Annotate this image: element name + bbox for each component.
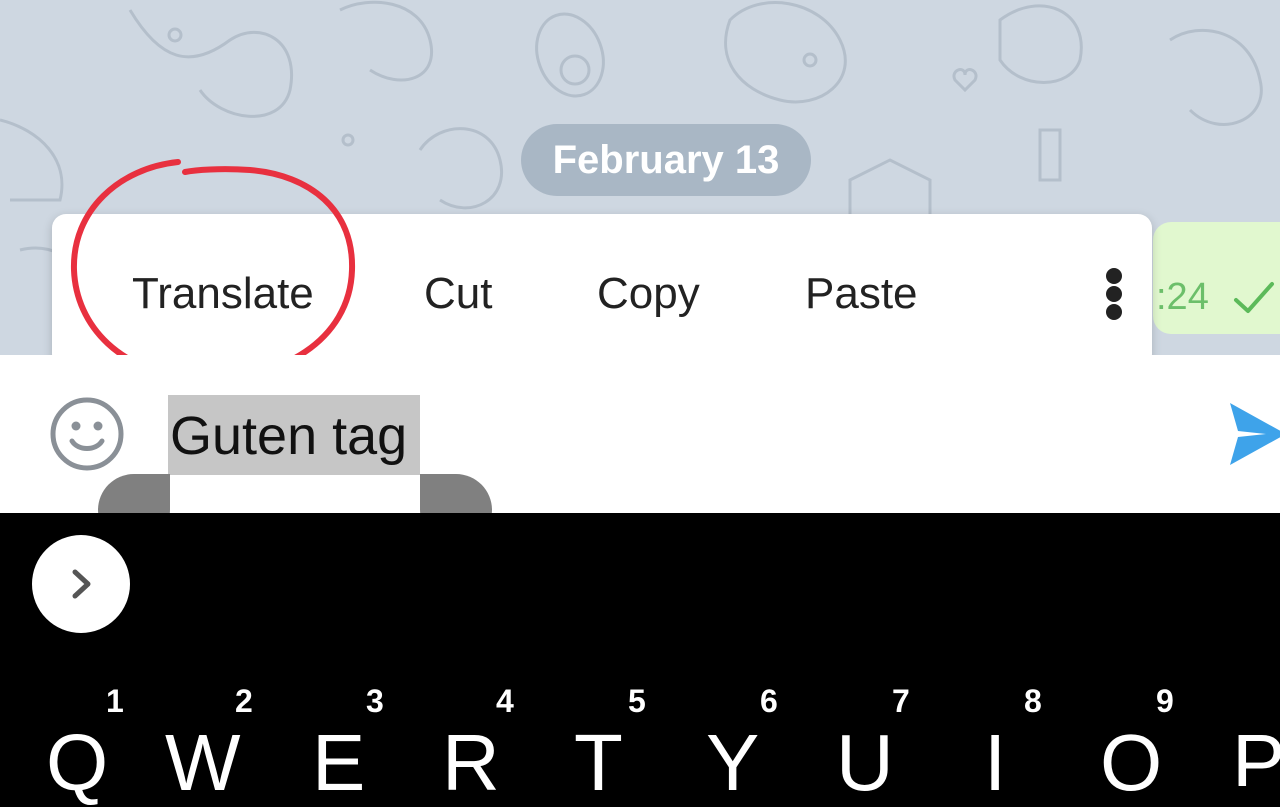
key-q[interactable]: 1 Q bbox=[40, 683, 172, 803]
key-letter: R bbox=[442, 718, 500, 807]
key-p[interactable]: P bbox=[1230, 683, 1280, 787]
key-hint: 1 bbox=[106, 683, 124, 719]
key-t[interactable]: 5 T bbox=[572, 683, 704, 803]
key-w[interactable]: 2 W bbox=[165, 683, 297, 803]
key-r[interactable]: 4 R bbox=[440, 683, 572, 803]
key-letter: T bbox=[574, 718, 623, 807]
key-u[interactable]: 7 U bbox=[836, 683, 968, 803]
smiley-icon[interactable] bbox=[48, 395, 126, 473]
key-hint: 3 bbox=[366, 683, 384, 719]
menu-item-cut[interactable]: Cut bbox=[424, 264, 492, 324]
key-o[interactable]: 9 O bbox=[1100, 683, 1232, 803]
date-separator: February 13 bbox=[521, 124, 811, 196]
key-letter: Y bbox=[706, 718, 760, 807]
menu-item-paste[interactable]: Paste bbox=[805, 264, 918, 324]
on-screen-keyboard: 1 Q 2 W 3 E 4 R 5 T 6 Y 7 U 8 I 9 O P bbox=[0, 513, 1280, 803]
more-vertical-icon[interactable] bbox=[1095, 264, 1135, 324]
chevron-right-icon[interactable] bbox=[32, 535, 130, 633]
key-letter: W bbox=[165, 718, 241, 807]
key-e[interactable]: 3 E bbox=[310, 683, 442, 803]
checkmark-icon bbox=[1234, 282, 1274, 313]
text-selection-menu: Translate Cut Copy Paste bbox=[52, 214, 1152, 368]
message-composer: Guten tag bbox=[0, 355, 1280, 513]
key-y[interactable]: 6 Y bbox=[704, 683, 836, 803]
menu-item-copy[interactable]: Copy bbox=[597, 264, 700, 324]
key-i[interactable]: 8 I bbox=[968, 683, 1100, 803]
menu-item-translate[interactable]: Translate bbox=[132, 264, 314, 324]
key-letter: O bbox=[1100, 718, 1163, 807]
key-hint: 7 bbox=[892, 683, 910, 719]
key-letter: Q bbox=[46, 718, 109, 807]
message-time: :24 bbox=[1156, 276, 1209, 318]
key-hint: 6 bbox=[760, 683, 778, 719]
key-hint: 2 bbox=[235, 683, 253, 719]
send-icon[interactable] bbox=[1226, 399, 1280, 469]
message-input[interactable]: Guten tag bbox=[170, 405, 407, 467]
key-letter: U bbox=[836, 718, 894, 807]
key-hint: 4 bbox=[496, 683, 514, 719]
key-hint: 5 bbox=[628, 683, 646, 719]
key-letter: I bbox=[984, 718, 1007, 807]
key-hint: 9 bbox=[1156, 683, 1174, 719]
key-letter: E bbox=[312, 718, 366, 807]
key-letter: P bbox=[1232, 718, 1280, 787]
key-hint: 8 bbox=[1024, 683, 1042, 719]
